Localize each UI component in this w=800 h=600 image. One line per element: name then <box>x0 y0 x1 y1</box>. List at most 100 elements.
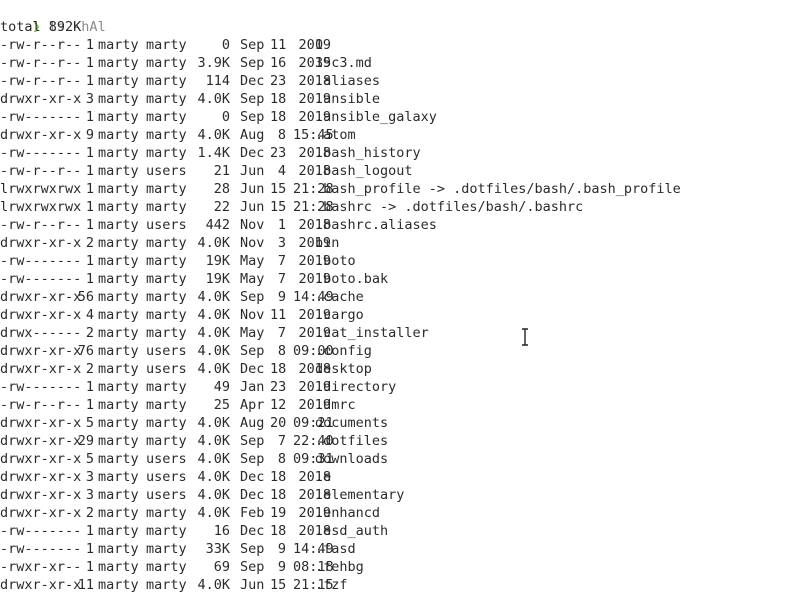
file-name: .fzf <box>315 577 348 593</box>
listing-row: drwxr-xr-x 2 marty users 4.0K Dec 18 2018 deskto… <box>0 360 800 378</box>
permissions: -rw-r--r-- <box>0 217 82 233</box>
link-count: 1 <box>85 379 94 395</box>
file-size: 4.0K <box>197 469 230 485</box>
month: Nov <box>240 217 265 233</box>
group: marty <box>146 541 187 557</box>
day: 23 <box>270 379 287 395</box>
day: 11 <box>270 307 287 323</box>
group: marty <box>146 433 187 449</box>
file-size: 4.0K <box>197 415 230 431</box>
permissions: drwxr-xr-x <box>0 289 82 305</box>
group: marty <box>146 235 187 251</box>
permissions: drwxr-xr-x <box>0 91 82 107</box>
link-count: 2 <box>85 361 94 377</box>
file-size: 19K <box>205 271 230 287</box>
day: 16 <box>270 55 287 71</box>
link-count: 1 <box>85 253 94 269</box>
listing-row: -rwxr-xr-- 1 marty marty 69 Sep 9 08:18 .fehbg <box>0 558 800 576</box>
month: Dec <box>240 73 265 89</box>
day: 7 <box>277 271 286 287</box>
day: 18 <box>270 487 287 503</box>
permissions: -rw-r--r-- <box>0 55 82 71</box>
day: 9 <box>277 289 286 305</box>
file-name: .e <box>315 469 332 485</box>
file-size: 4.0K <box>197 343 230 359</box>
listing-row: drwxr-xr-x 76 marty users 4.0K Sep 8 09:00 .conf… <box>0 342 800 360</box>
owner: marty <box>98 559 139 575</box>
permissions: -rw------- <box>0 523 82 539</box>
group: marty <box>146 73 187 89</box>
listing-row: -rw------- 1 marty marty 19K May 7 2019 .boto <box>0 252 800 270</box>
month: May <box>240 253 265 269</box>
listing-row: lrwxrwxrwx 1 marty marty 28 Jun 15 21:28 .bash_p… <box>0 180 800 198</box>
file-size: 4.0K <box>197 307 230 323</box>
file-size: 4.0K <box>197 577 230 593</box>
month: Sep <box>240 343 265 359</box>
day: 20 <box>270 415 287 431</box>
group: marty <box>146 109 187 125</box>
month: Sep <box>240 289 265 305</box>
link-count: 4 <box>85 307 94 323</box>
terminal-window[interactable]: ❯ ls -hAl total 892K -rw-r--r-- 1 marty mar… <box>0 0 800 600</box>
command-prompt-line: ❯ ls -hAl <box>0 0 106 35</box>
permissions: drwxr-xr-x <box>0 451 82 467</box>
link-count: 3 <box>85 469 94 485</box>
day: 18 <box>270 361 287 377</box>
permissions: -rw------- <box>0 109 82 125</box>
owner: marty <box>98 235 139 251</box>
link-count: 3 <box>85 91 94 107</box>
link-count: 1 <box>85 199 94 215</box>
total-size-line: total 892K <box>0 19 82 35</box>
file-name: .cargo <box>315 307 364 323</box>
file-size: 16 <box>213 523 230 539</box>
day: 4 <box>277 163 286 179</box>
file-name: .enhancd <box>315 505 381 521</box>
month: Jun <box>240 577 265 593</box>
month: Dec <box>240 469 265 485</box>
file-size: 4.0K <box>197 325 230 341</box>
permissions: drwxr-xr-x <box>0 577 82 593</box>
day: 19 <box>270 505 287 521</box>
month: Sep <box>240 91 265 107</box>
file-name: .aliases <box>315 73 381 89</box>
link-count: 2 <box>85 235 94 251</box>
month: Jun <box>240 181 265 197</box>
file-name: .elementary <box>315 487 405 503</box>
group: users <box>146 451 187 467</box>
permissions: -rw------- <box>0 253 82 269</box>
file-name: .dmrc <box>315 397 356 413</box>
month: Dec <box>240 145 265 161</box>
file-size: 4.0K <box>197 451 230 467</box>
file-name: .bashrc -> .dotfiles/bash/.bashrc <box>315 199 584 215</box>
month: Nov <box>240 235 265 251</box>
owner: marty <box>98 253 139 269</box>
file-size: 0 <box>221 109 230 125</box>
file-size: 4.0K <box>197 361 230 377</box>
owner: marty <box>98 487 139 503</box>
link-count: 1 <box>85 271 94 287</box>
group: marty <box>146 91 187 107</box>
listing-row: -rw-r--r-- 1 marty marty 3.9K Sep 16 2019 35c3.m… <box>0 54 800 72</box>
group: marty <box>146 199 187 215</box>
group: users <box>146 487 187 503</box>
group: users <box>146 163 187 179</box>
owner: marty <box>98 361 139 377</box>
listing-row: -rw------- 1 marty marty 33K Sep 9 14:49 .fasd <box>0 540 800 558</box>
month: Dec <box>240 523 265 539</box>
listing-row: drwxr-xr-x 3 marty users 4.0K Dec 18 2018 .e <box>0 468 800 486</box>
listing-row: -rw------- 1 marty marty 49 Jan 23 2019 .directo… <box>0 378 800 396</box>
day: 15 <box>270 181 287 197</box>
file-name: .fehbg <box>315 559 364 575</box>
time-or-year: 2019 <box>298 37 331 53</box>
file-name: .bashrc.aliases <box>315 217 437 233</box>
file-size: 25 <box>213 397 230 413</box>
listing-row: drwxr-xr-x 3 marty marty 4.0K Sep 18 2019 .ansib… <box>0 90 800 108</box>
file-size: 4.0K <box>197 487 230 503</box>
owner: marty <box>98 325 139 341</box>
owner: marty <box>98 343 139 359</box>
owner: marty <box>98 289 139 305</box>
owner: marty <box>98 397 139 413</box>
file-name: .boto.bak <box>315 271 389 287</box>
permissions: -rw------- <box>0 541 82 557</box>
permissions: drwxr-xr-x <box>0 307 82 323</box>
